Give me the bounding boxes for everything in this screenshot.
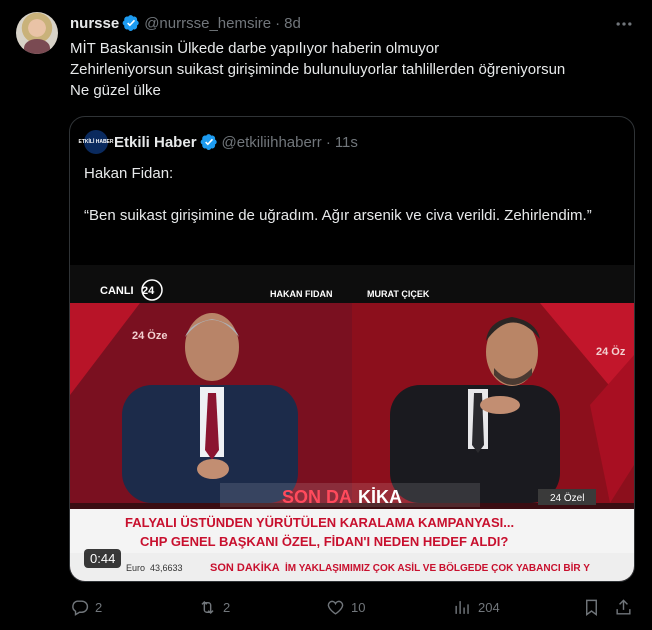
top-banner xyxy=(70,265,634,303)
author-name[interactable]: nursse xyxy=(70,15,119,32)
more-options-icon[interactable] xyxy=(614,14,634,34)
live-label: CANLI xyxy=(100,285,134,297)
breaking-banner-text-1: SON DA xyxy=(282,487,352,507)
tweet-line: MİT Baskanısin Ülkede darbe yapılıyor ha… xyxy=(70,40,440,57)
channel-logo-number: 24 xyxy=(142,285,155,297)
ticker-label: SON DAKİKA xyxy=(210,561,280,574)
repost-count: 2 xyxy=(223,599,231,615)
tweet-line: Zehirleniyorsun suikast girişiminde bulu… xyxy=(70,61,566,78)
quoted-tweet-header: ETKİLİ HABER Etkili Haber @etkiliihhaber… xyxy=(79,130,358,154)
video-player[interactable]: CANLI 24 HAKAN FIDAN MURAT ÇIÇEK 24 Öze … xyxy=(70,265,634,581)
headline-line-2: CHP GENEL BAŞKANI ÖZEL, FİDAN'I NEDEN HE… xyxy=(140,534,508,549)
views-count: 204 xyxy=(478,599,500,615)
reply-button[interactable]: 2 xyxy=(70,596,102,618)
quoted-paragraph: “Ben suikast girişimine de uğradım. Ağır… xyxy=(84,207,592,224)
like-count: 10 xyxy=(351,599,366,615)
repost-button[interactable]: 2 xyxy=(198,596,230,618)
quoted-paragraph: Hakan Fidan: xyxy=(84,165,174,182)
tweet-text: MİT Baskanısin Ülkede darbe yapılıyor ha… xyxy=(70,38,640,101)
quoted-tweet[interactable]: ETKİLİ HABER Etkili Haber @etkiliihhaber… xyxy=(69,116,635,582)
bookmark-button[interactable] xyxy=(582,596,607,618)
share-button[interactable] xyxy=(614,596,639,618)
tweet-actions: 2 2 10 204 xyxy=(70,596,636,618)
reply-icon xyxy=(72,599,89,616)
share-icon xyxy=(616,598,631,615)
verified-badge-icon xyxy=(200,134,217,151)
quoted-tweet-time[interactable]: 11s xyxy=(335,134,358,151)
repost-icon xyxy=(201,600,214,614)
ticker-currency: Euro xyxy=(126,563,145,573)
program-tag: 24 Özel xyxy=(550,492,584,504)
author-avatar[interactable] xyxy=(16,12,58,54)
separator-dot: · xyxy=(325,133,331,151)
bookmark-icon xyxy=(586,599,597,616)
heart-icon xyxy=(327,600,344,615)
quoted-tweet-text: Hakan Fidan: “Ben suikast girişimine de … xyxy=(84,163,624,247)
video-frame[interactable]: CANLI 24 HAKAN FIDAN MURAT ÇIÇEK 24 Öze … xyxy=(70,265,634,581)
views-button[interactable]: 204 xyxy=(453,596,500,618)
reply-count: 2 xyxy=(95,599,103,615)
channel-watermark: 24 Öze xyxy=(132,329,167,342)
guest-name-label: HAKAN FIDAN xyxy=(270,289,333,299)
breaking-banner-text-2: KİKA xyxy=(358,487,402,507)
verified-badge-icon xyxy=(122,15,139,32)
channel-watermark: 24 Öz xyxy=(596,345,626,358)
tweet-line: Ne güzel ülke xyxy=(70,82,161,99)
ticker-currency-value: 43,6633 xyxy=(150,563,183,573)
author-handle[interactable]: @nurrsse_hemsire xyxy=(144,15,271,32)
headline-line-1: FALYALI ÜSTÜNDEN YÜRÜTÜLEN KARALAMA KAMP… xyxy=(125,515,514,530)
views-bar-chart-icon xyxy=(455,600,469,614)
separator-dot: · xyxy=(275,14,281,32)
quoted-author-avatar[interactable]: ETKİLİ HABER xyxy=(79,130,114,154)
video-duration-badge: 0:44 xyxy=(84,549,122,568)
tweet-header: nursse @nurrsse_hemsire · 8d xyxy=(70,14,301,32)
like-button[interactable]: 10 xyxy=(326,596,365,618)
host-name-label: MURAT ÇIÇEK xyxy=(367,289,430,299)
quoted-author-name[interactable]: Etkili Haber xyxy=(114,134,197,151)
quoted-author-handle[interactable]: @etkiliihhaberr xyxy=(222,134,322,151)
tweet-time[interactable]: 8d xyxy=(284,15,301,32)
ticker-text: İM YAKLAŞIMIMIZ ÇOK ASİL VE BÖLGEDE ÇOK … xyxy=(285,561,590,574)
